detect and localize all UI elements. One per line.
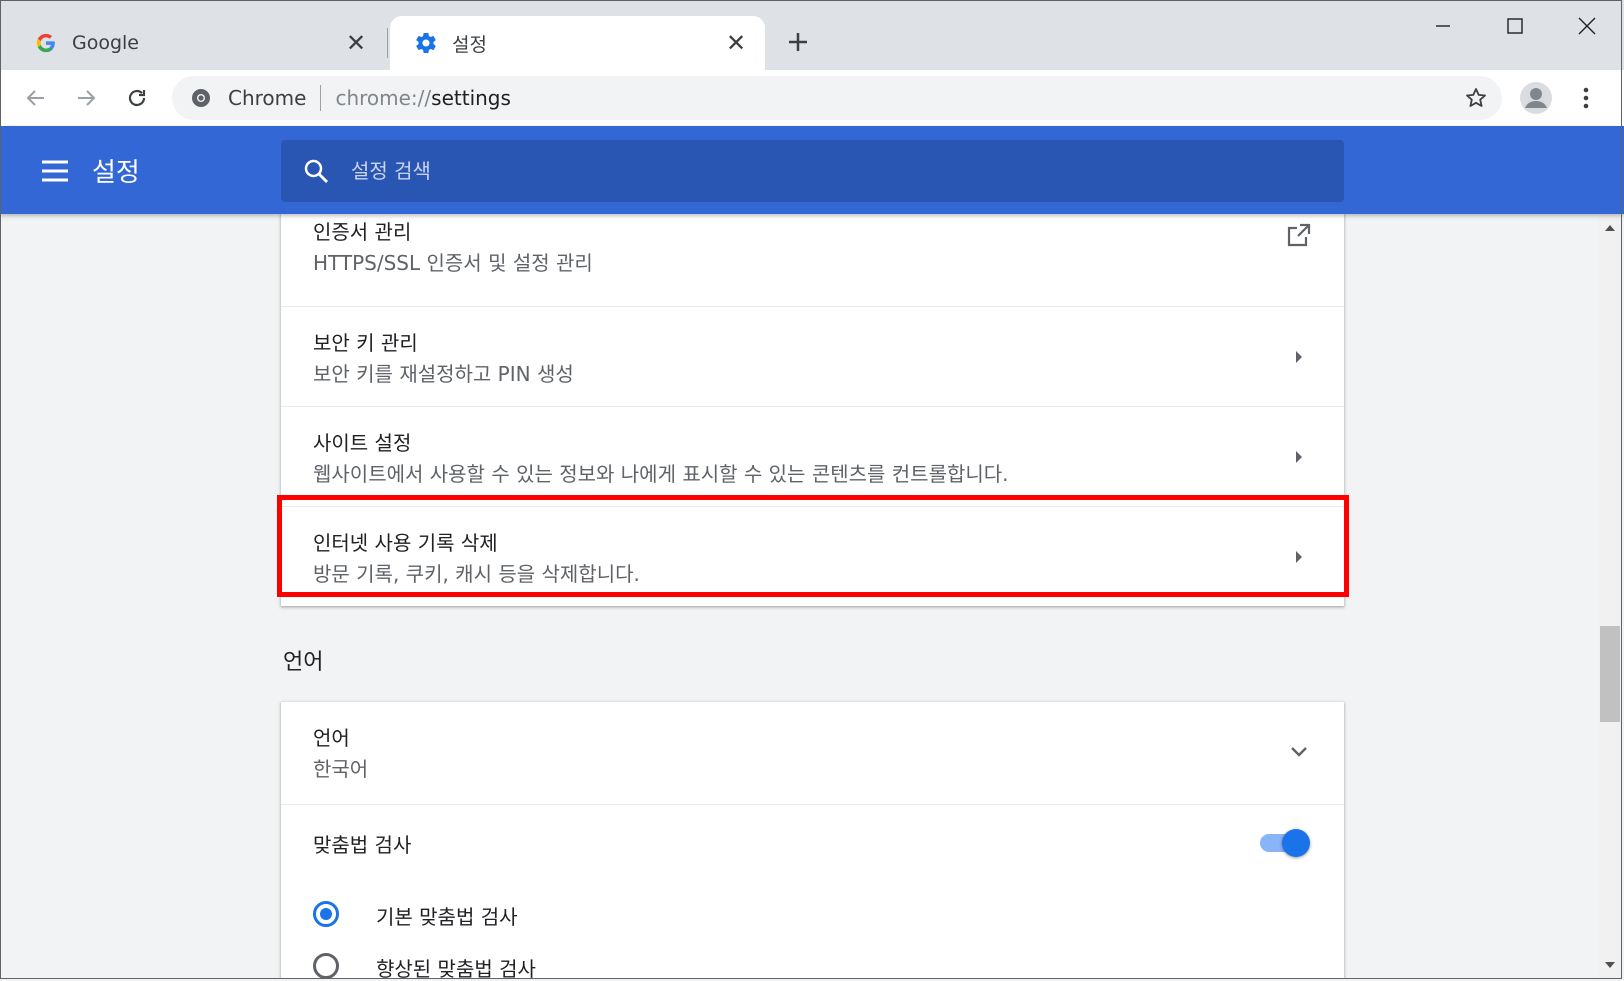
scroll-up-arrow-icon[interactable] [1598,218,1622,238]
language-card: 언어 한국어 맞춤법 검사 기본 맞춤법 검사 향상된 맞춤법 검사 [281,702,1344,979]
chevron-down-icon[interactable] [1284,737,1314,767]
section-title-language: 언어 [283,650,324,675]
radio-basic-spellcheck[interactable] [313,901,339,927]
chevron-right-icon [1284,342,1314,372]
tab-settings[interactable]: 설정 ✕ [390,16,765,70]
scrollbar[interactable] [1598,214,1622,979]
tab-google[interactable]: Google ✕ [10,16,385,70]
close-window-button[interactable] [1552,0,1622,52]
row-subtitle: 한국어 [313,757,369,781]
list-item-site-settings[interactable]: 사이트 설정 웹사이트에서 사용할 수 있는 정보와 나에게 표시할 수 있는 … [281,406,1344,506]
main-menu-button[interactable] [38,154,72,188]
page-title: 설정 [92,158,140,188]
url-path: settings [431,86,511,110]
tab-label: 설정 [452,33,487,56]
close-tab-icon[interactable]: ✕ [721,28,751,58]
row-title: 언어 [313,726,350,750]
minimize-icon [1436,25,1450,27]
row-title: 맞춤법 검사 [313,833,412,857]
search-input[interactable] [349,158,1253,184]
new-tab-button[interactable] [780,24,816,60]
forward-button[interactable] [66,78,106,118]
url-scheme: chrome:// [335,86,432,110]
hamburger-menu-icon [42,160,68,182]
tab-label: Google [72,32,140,54]
chevron-right-icon [1284,442,1314,472]
google-g-icon [34,31,58,55]
more-menu-button[interactable] [1566,78,1606,118]
highlight-box [277,495,1349,597]
settings-content: 인증서 관리 HTTPS/SSL 인증서 및 설정 관리 보안 키 관리 보안 … [0,214,1598,979]
arrow-right-icon [78,90,96,106]
search-icon [303,157,331,185]
tab-divider [387,28,388,58]
radio-label: 기본 맞춤법 검사 [376,905,518,929]
open-in-new-icon[interactable] [1284,220,1314,250]
plus-icon [789,33,807,51]
avatar-icon [1520,82,1552,114]
omnibox-separator [320,85,322,111]
row-subtitle: 보안 키를 재설정하고 PIN 생성 [313,362,574,386]
settings-header: 설정 [0,126,1624,214]
list-item-language[interactable]: 언어 한국어 [281,702,1344,804]
row-title: 사이트 설정 [313,431,412,455]
arrow-left-icon [26,90,44,106]
spellcheck-toggle[interactable] [1258,827,1310,857]
settings-search[interactable] [281,140,1344,202]
list-item-security-keys[interactable]: 보안 키 관리 보안 키를 재설정하고 PIN 생성 [281,306,1344,406]
chrome-icon [190,86,214,110]
row-title: 인증서 관리 [313,220,412,244]
profile-avatar[interactable] [1516,78,1556,118]
reload-button[interactable] [117,78,157,118]
more-vert-icon [1583,87,1589,109]
maximize-icon [1507,18,1523,34]
gear-icon [414,31,438,55]
site-label: Chrome [228,86,307,110]
tab-strip: Google ✕ 설정 ✕ [0,0,1624,70]
maximize-button[interactable] [1480,0,1550,52]
minimize-button[interactable] [1408,0,1478,52]
list-item-spellcheck: 맞춤법 검사 기본 맞춤법 검사 향상된 맞춤법 검사 [281,804,1344,979]
toggle-knob [1282,829,1310,857]
back-button[interactable] [16,78,56,118]
address-bar[interactable]: Chrome chrome://settings [172,76,1502,120]
list-item-certificates[interactable]: 인증서 관리 HTTPS/SSL 인증서 및 설정 관리 [281,214,1344,306]
reload-icon [128,89,146,107]
scroll-down-arrow-icon[interactable] [1598,955,1622,975]
row-title: 보안 키 관리 [313,331,418,355]
scroll-thumb[interactable] [1600,626,1620,722]
bookmark-star-icon[interactable] [1462,84,1490,112]
close-tab-icon[interactable]: ✕ [341,28,371,58]
radio-enhanced-spellcheck[interactable] [313,953,339,979]
radio-label: 향상된 맞춤법 검사 [376,957,536,979]
row-subtitle: 웹사이트에서 사용할 수 있는 정보와 나에게 표시할 수 있는 콘텐츠를 컨트… [313,462,1009,486]
close-icon [1578,17,1596,35]
row-subtitle: HTTPS/SSL 인증서 및 설정 관리 [313,251,593,275]
browser-toolbar: Chrome chrome://settings [0,70,1624,126]
